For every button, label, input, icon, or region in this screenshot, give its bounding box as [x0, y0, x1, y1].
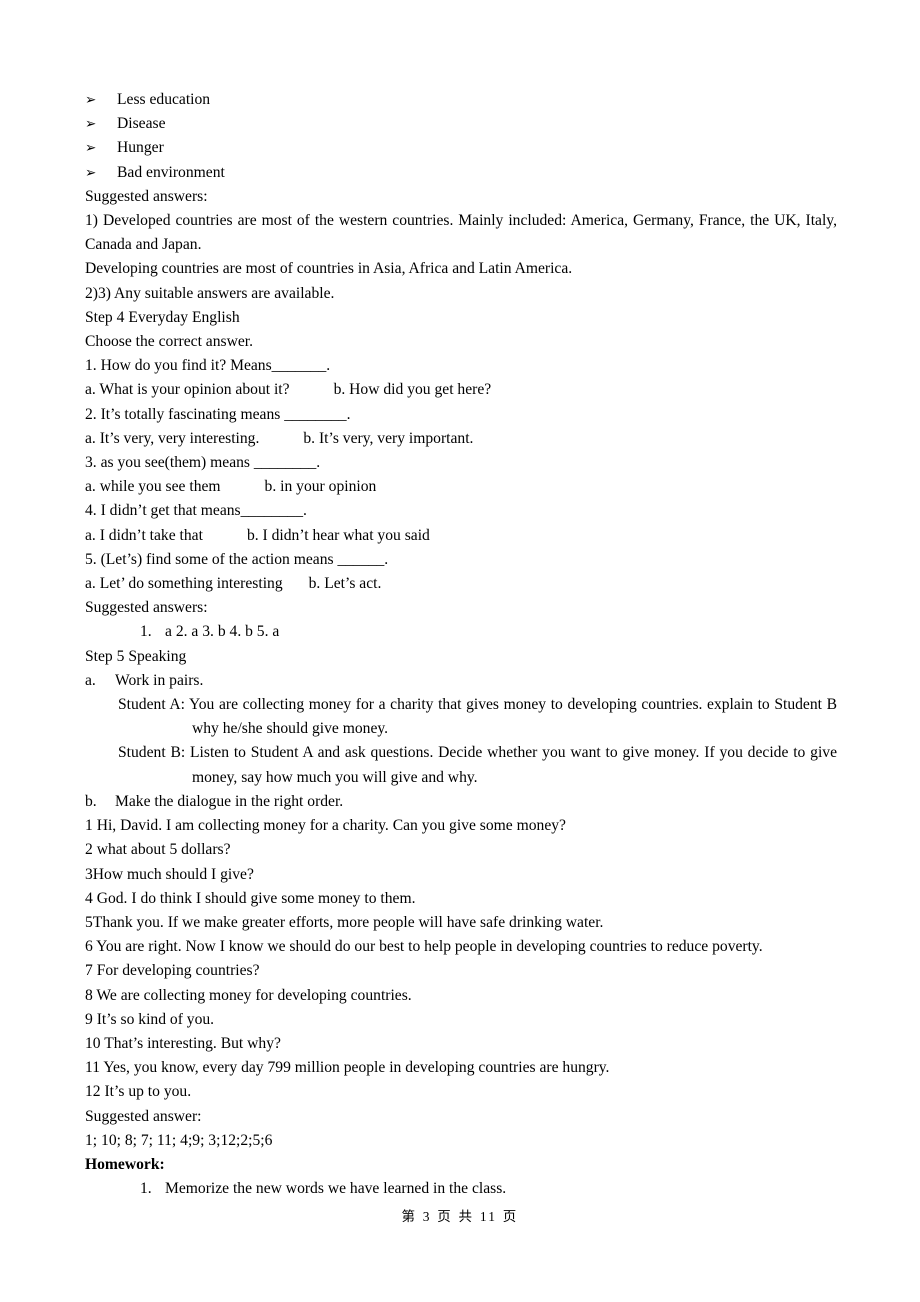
- list-item-label: Work in pairs.: [115, 671, 204, 689]
- list-marker: 1.: [140, 1180, 152, 1198]
- answer-paragraph: 2)3) Any suitable answers are available.: [85, 284, 335, 302]
- suggested-answers-heading: Suggested answers:: [85, 187, 208, 205]
- option-a[interactable]: a. It’s very, very interesting.: [85, 430, 259, 447]
- arrow-bullet-icon: ➢: [85, 116, 97, 133]
- dialogue-line: 1 Hi, David. I am collecting money for a…: [85, 817, 566, 835]
- dialogue-line: 5Thank you. If we make greater efforts, …: [85, 913, 604, 931]
- list-item-label: Less education: [117, 91, 211, 108]
- option-b[interactable]: b. It’s very, very important.: [303, 430, 473, 447]
- list-item: ➢ Less education: [85, 88, 837, 112]
- step4-instruction: Choose the correct answer.: [85, 333, 254, 351]
- option-a[interactable]: a. while you see them: [85, 478, 221, 495]
- answer-paragraph: Developing countries are most of countri…: [85, 260, 573, 278]
- dialogue-line: 11 Yes, you know, every day 799 million …: [85, 1059, 610, 1077]
- step5-item-b: b. Make the dialogue in the right order.: [85, 790, 837, 814]
- dialogue-line: 12 It’s up to you.: [85, 1083, 192, 1101]
- dialogue-line: 4 God. I do think I should give some mon…: [85, 889, 416, 907]
- option-b[interactable]: b. Let’s act.: [309, 575, 382, 592]
- step5-item-a: a. Work in pairs.: [85, 669, 837, 693]
- question-stem: 3. as you see(them) means ________.: [85, 454, 321, 472]
- option-a[interactable]: a. What is your opinion about it?: [85, 381, 290, 398]
- homework-heading: Homework:: [85, 1155, 165, 1173]
- option-b[interactable]: b. How did you get here?: [334, 381, 492, 398]
- question-options: a. I didn’t take that b. I didn’t hear wh…: [85, 524, 837, 548]
- arrow-bullet-icon: ➢: [85, 164, 97, 181]
- step5-heading: Step 5 Speaking: [85, 647, 187, 665]
- list-marker: 1.: [140, 623, 152, 641]
- dialogue-line: 7 For developing countries?: [85, 962, 260, 980]
- list-marker: a.: [85, 671, 96, 689]
- dialogue-line: 2 what about 5 dollars?: [85, 841, 231, 859]
- option-b[interactable]: b. I didn’t hear what you said: [247, 527, 430, 544]
- question-options: a. What is your opinion about it? b. How …: [85, 378, 837, 402]
- document-body: ➢ Less education ➢ Disease ➢ Hunger ➢ Ba…: [85, 88, 837, 1201]
- question-options: a. Let’ do something interesting b. Let’s…: [85, 572, 837, 596]
- step4-heading: Step 4 Everyday English: [85, 308, 240, 326]
- dialogue-line: 9 It’s so kind of you.: [85, 1010, 215, 1028]
- bullet-list: ➢ Less education ➢ Disease ➢ Hunger ➢ Ba…: [85, 88, 837, 185]
- question-stem: 4. I didn’t get that means________.: [85, 502, 307, 520]
- question-stem: 2. It’s totally fascinating means ______…: [85, 405, 351, 423]
- question-options: a. It’s very, very interesting. b. It’s v…: [85, 427, 837, 451]
- list-item: ➢ Disease: [85, 112, 837, 136]
- step5-answer-heading: Suggested answer:: [85, 1107, 202, 1125]
- list-item-label: Hunger: [117, 139, 164, 157]
- dialogue-line: 8 We are collecting money for developing…: [85, 986, 412, 1004]
- answer-key-row: 1. a 2. a 3. b 4. b 5. a: [140, 620, 837, 644]
- list-item-label: Disease: [117, 115, 166, 133]
- option-b[interactable]: b. in your opinion: [265, 478, 377, 495]
- document-page: ➢ Less education ➢ Disease ➢ Hunger ➢ Ba…: [0, 0, 920, 1302]
- list-item-label: Bad environment: [117, 163, 225, 181]
- answer-paragraph: 1) Developed countries are most of the w…: [85, 212, 841, 254]
- question-stem: 5. (Let’s) find some of the action means…: [85, 550, 389, 568]
- question-options: a. while you see them b. in your opinion: [85, 475, 837, 499]
- step4-answers-heading: Suggested answers:: [85, 599, 208, 617]
- homework-item: 1. Memorize the new words we have learne…: [140, 1177, 837, 1201]
- list-item: ➢ Bad environment: [85, 161, 837, 185]
- arrow-bullet-icon: ➢: [85, 92, 97, 108]
- dialogue-line: 10 That’s interesting. But why?: [85, 1034, 281, 1052]
- list-marker: b.: [85, 792, 97, 810]
- list-item-label: Make the dialogue in the right order.: [115, 792, 344, 810]
- student-b-instructions: Student B: Listen to Student A and ask q…: [118, 744, 837, 786]
- arrow-bullet-icon: ➢: [85, 140, 97, 157]
- dialogue-line: 6 You are right. Now I know we should do…: [85, 938, 763, 956]
- page-footer: 第 3 页 共 11 页: [401, 1209, 519, 1224]
- question-stem: 1. How do you find it? Means_______.: [85, 357, 331, 375]
- step5-answer-value: 1; 10; 8; 7; 11; 4;9; 3;12;2;5;6: [85, 1131, 273, 1149]
- dialogue-list: 1 Hi, David. I am collecting money for a…: [85, 814, 837, 1104]
- homework-item-label: Memorize the new words we have learned i…: [165, 1180, 507, 1198]
- answer-key-value: a 2. a 3. b 4. b 5. a: [165, 623, 280, 641]
- list-item: ➢ Hunger: [85, 136, 837, 160]
- option-a[interactable]: a. Let’ do something interesting: [85, 575, 283, 592]
- option-a[interactable]: a. I didn’t take that: [85, 527, 203, 544]
- student-a-instructions: Student A: You are collecting money for …: [118, 696, 837, 738]
- dialogue-line: 3How much should I give?: [85, 865, 254, 883]
